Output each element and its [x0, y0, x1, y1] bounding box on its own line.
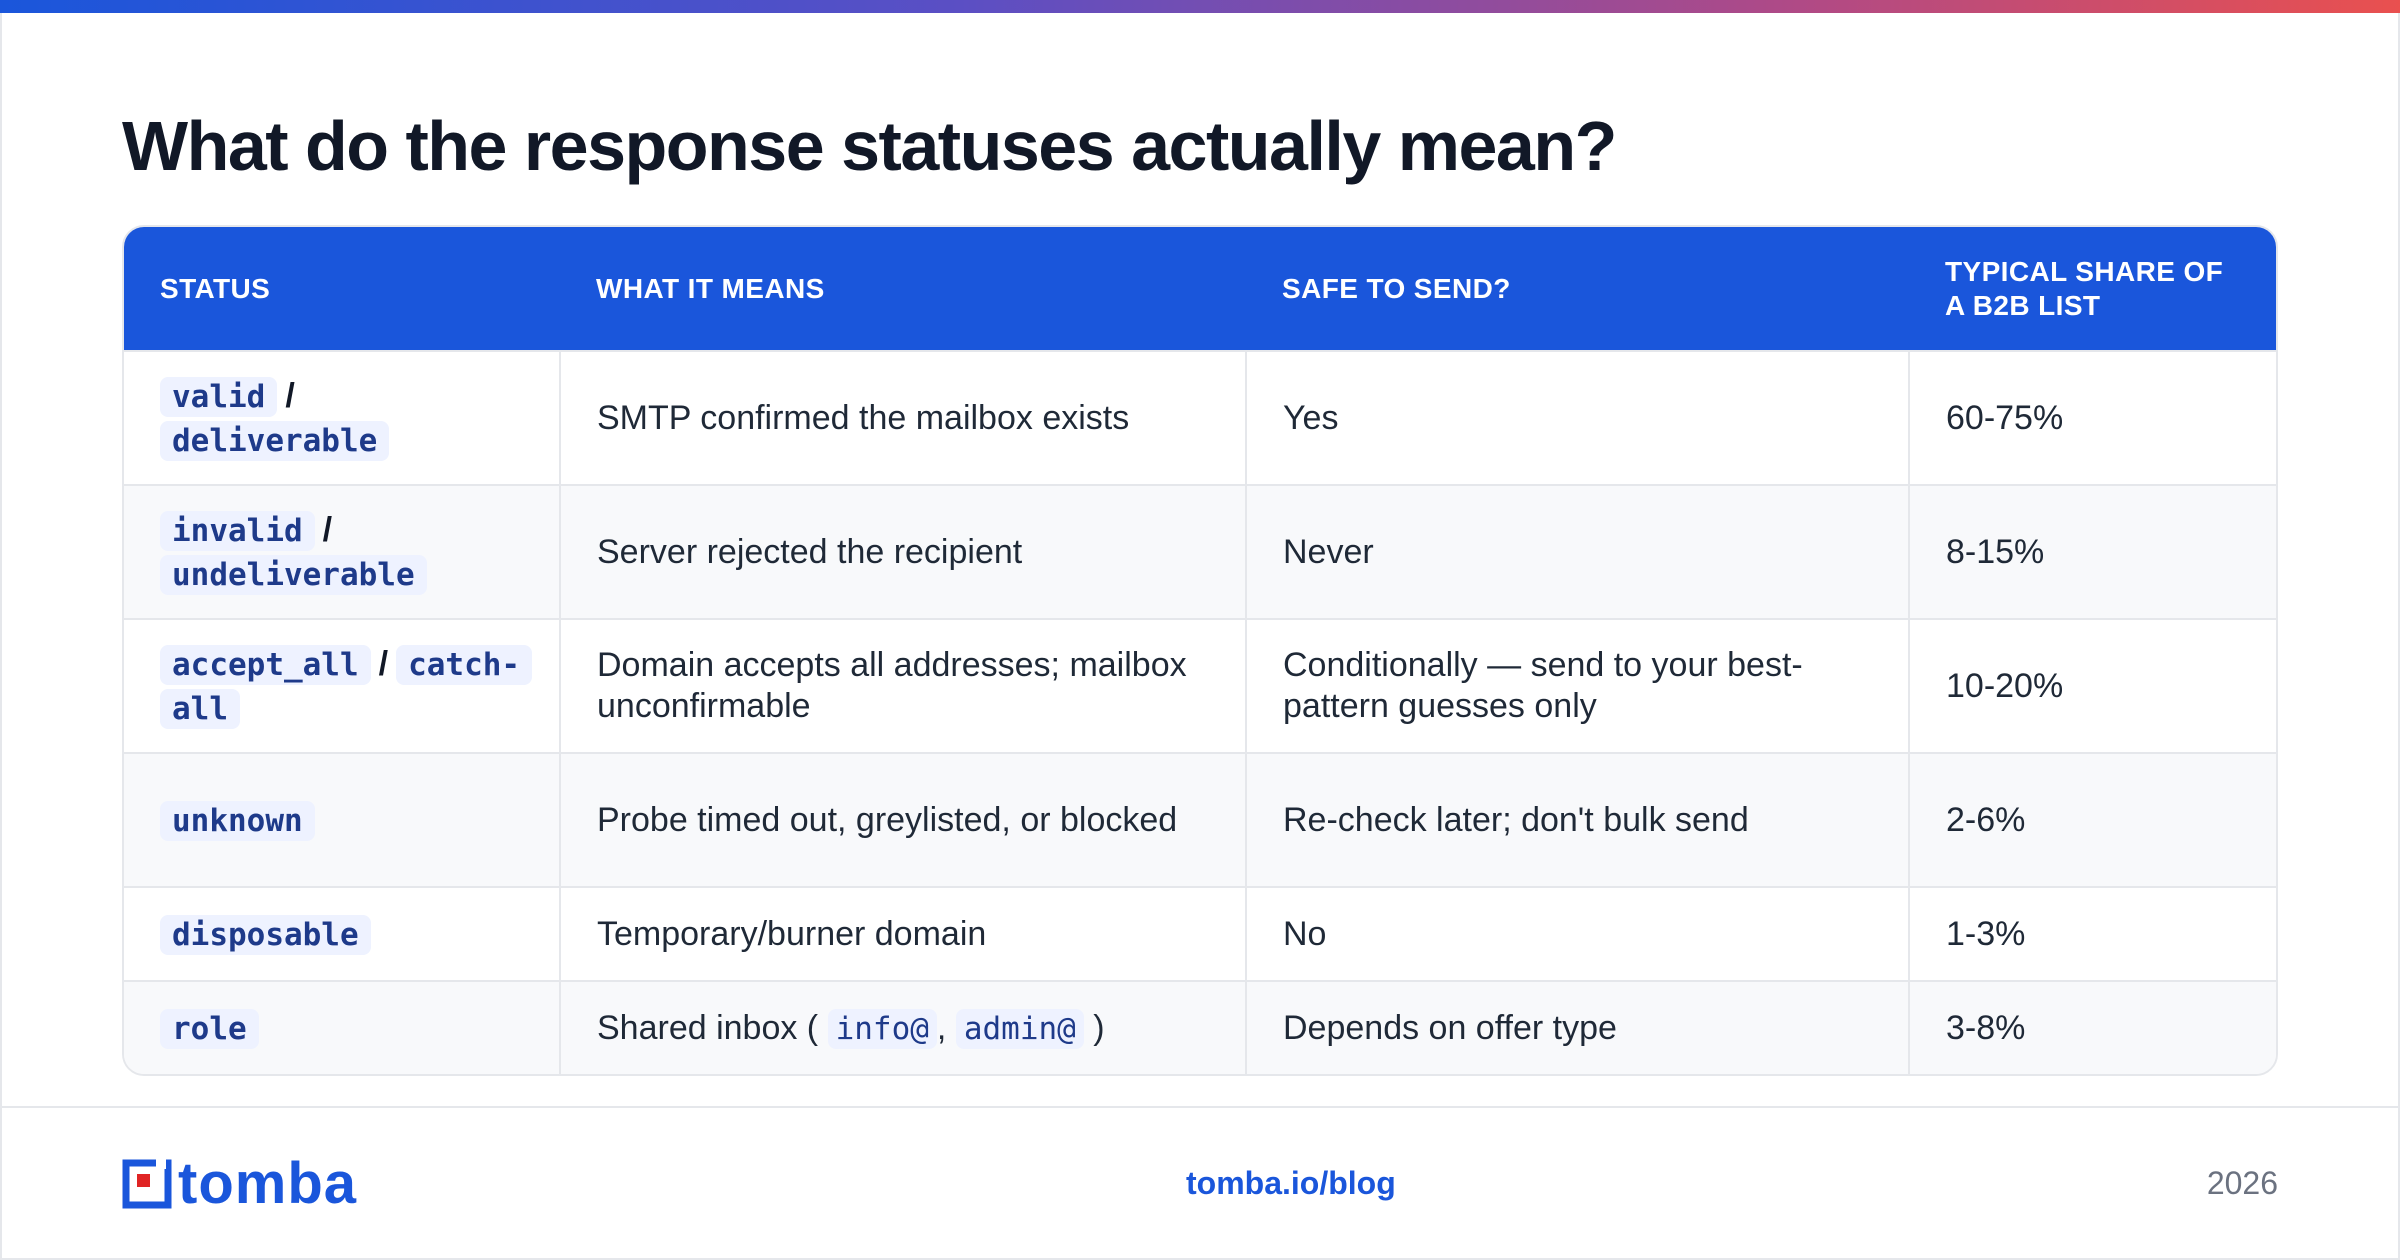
- share-cell: 1-3%: [1909, 886, 2276, 981]
- status-separator: /: [285, 376, 295, 415]
- footer-divider: [0, 1106, 2400, 1108]
- status-code: disposable: [160, 914, 371, 955]
- header-status: STATUS: [124, 227, 560, 351]
- share-cell: 8-15%: [1909, 484, 2276, 619]
- status-code: valid: [160, 376, 278, 417]
- meaning-comma: ,: [936, 1009, 947, 1048]
- status-code: deliverable: [160, 421, 390, 461]
- inline-code: info@: [827, 1009, 937, 1050]
- meaning-cell: Probe timed out, greylisted, or blocked: [560, 752, 1247, 887]
- status-separator: /: [322, 510, 333, 549]
- table-header-row: STATUS WHAT IT MEANS SAFE TO SEND? TYPIC…: [124, 227, 2276, 351]
- table-row: invalid / undeliverable Server rejected t…: [124, 484, 2276, 619]
- status-code: invalid: [160, 510, 315, 551]
- table-row: unknown Probe timed out, greylisted, or …: [124, 752, 2276, 887]
- table-row: accept_all / catch-all Domain accepts all …: [124, 618, 2276, 753]
- safe-cell: No: [1246, 886, 1910, 981]
- safe-cell: Conditionally — send to your best-patter…: [1246, 618, 1910, 753]
- footer-year: 2026: [2206, 1165, 2278, 1201]
- meaning-cell: SMTP confirmed the mailbox exists: [560, 350, 1247, 485]
- status-table-container: STATUS WHAT IT MEANS SAFE TO SEND? TYPIC…: [122, 225, 2278, 1076]
- status-separator: /: [378, 644, 389, 683]
- safe-cell: Yes: [1246, 350, 1910, 485]
- status-cell: unknown: [124, 752, 561, 887]
- header-safe-to-send: SAFE TO SEND?: [1246, 227, 1909, 351]
- top-gradient-bar: [0, 0, 2400, 13]
- logo-wordmark: tomba: [178, 1151, 357, 1216]
- header-meaning: WHAT IT MEANS: [560, 227, 1246, 351]
- meaning-cell: Server rejected the recipient: [560, 484, 1247, 619]
- status-cell: invalid / undeliverable: [124, 484, 561, 619]
- status-cell: valid / deliverable: [124, 350, 561, 485]
- meaning-cell: Domain accepts all addresses; mailbox un…: [560, 618, 1247, 753]
- meaning-cell: Shared inbox ( info@, admin@ ): [560, 980, 1247, 1074]
- meaning-prefix: Shared inbox (: [597, 1009, 819, 1048]
- page-title: What do the response statuses actually m…: [122, 107, 1617, 185]
- meaning-cell: Temporary/burner domain: [560, 886, 1247, 981]
- safe-cell: Depends on offer type: [1246, 980, 1910, 1074]
- tomba-logo-icon: [122, 1159, 172, 1209]
- meaning-suffix: ): [1093, 1009, 1105, 1048]
- status-table: STATUS WHAT IT MEANS SAFE TO SEND? TYPIC…: [124, 227, 2276, 1074]
- status-code: undeliverable: [160, 555, 427, 595]
- inline-code: admin@: [955, 1009, 1084, 1050]
- status-code: role: [160, 1009, 259, 1050]
- header-typical-share: TYPICAL SHARE OF A B2B LIST: [1909, 227, 2276, 351]
- table-row: role Shared inbox ( info@, admin@ ) Depe…: [124, 980, 2276, 1074]
- status-cell: accept_all / catch-all: [124, 618, 561, 753]
- blog-link[interactable]: tomba.io/blog: [1186, 1165, 1396, 1202]
- table-row: disposable Temporary/burner domain No 1-…: [124, 886, 2276, 981]
- share-cell: 3-8%: [1909, 980, 2276, 1074]
- share-cell: 60-75%: [1909, 350, 2276, 485]
- tomba-logo: tomba: [122, 1155, 357, 1213]
- safe-cell: Never: [1246, 484, 1910, 619]
- status-cell: role: [124, 980, 561, 1074]
- status-code: unknown: [160, 800, 315, 841]
- status-code: accept_all: [160, 644, 371, 685]
- share-cell: 2-6%: [1909, 752, 2276, 887]
- safe-cell: Re-check later; don't bulk send: [1246, 752, 1910, 887]
- share-cell: 10-20%: [1909, 618, 2276, 753]
- table-row: valid / deliverable SMTP confirmed the ma…: [124, 350, 2276, 485]
- status-cell: disposable: [124, 886, 561, 981]
